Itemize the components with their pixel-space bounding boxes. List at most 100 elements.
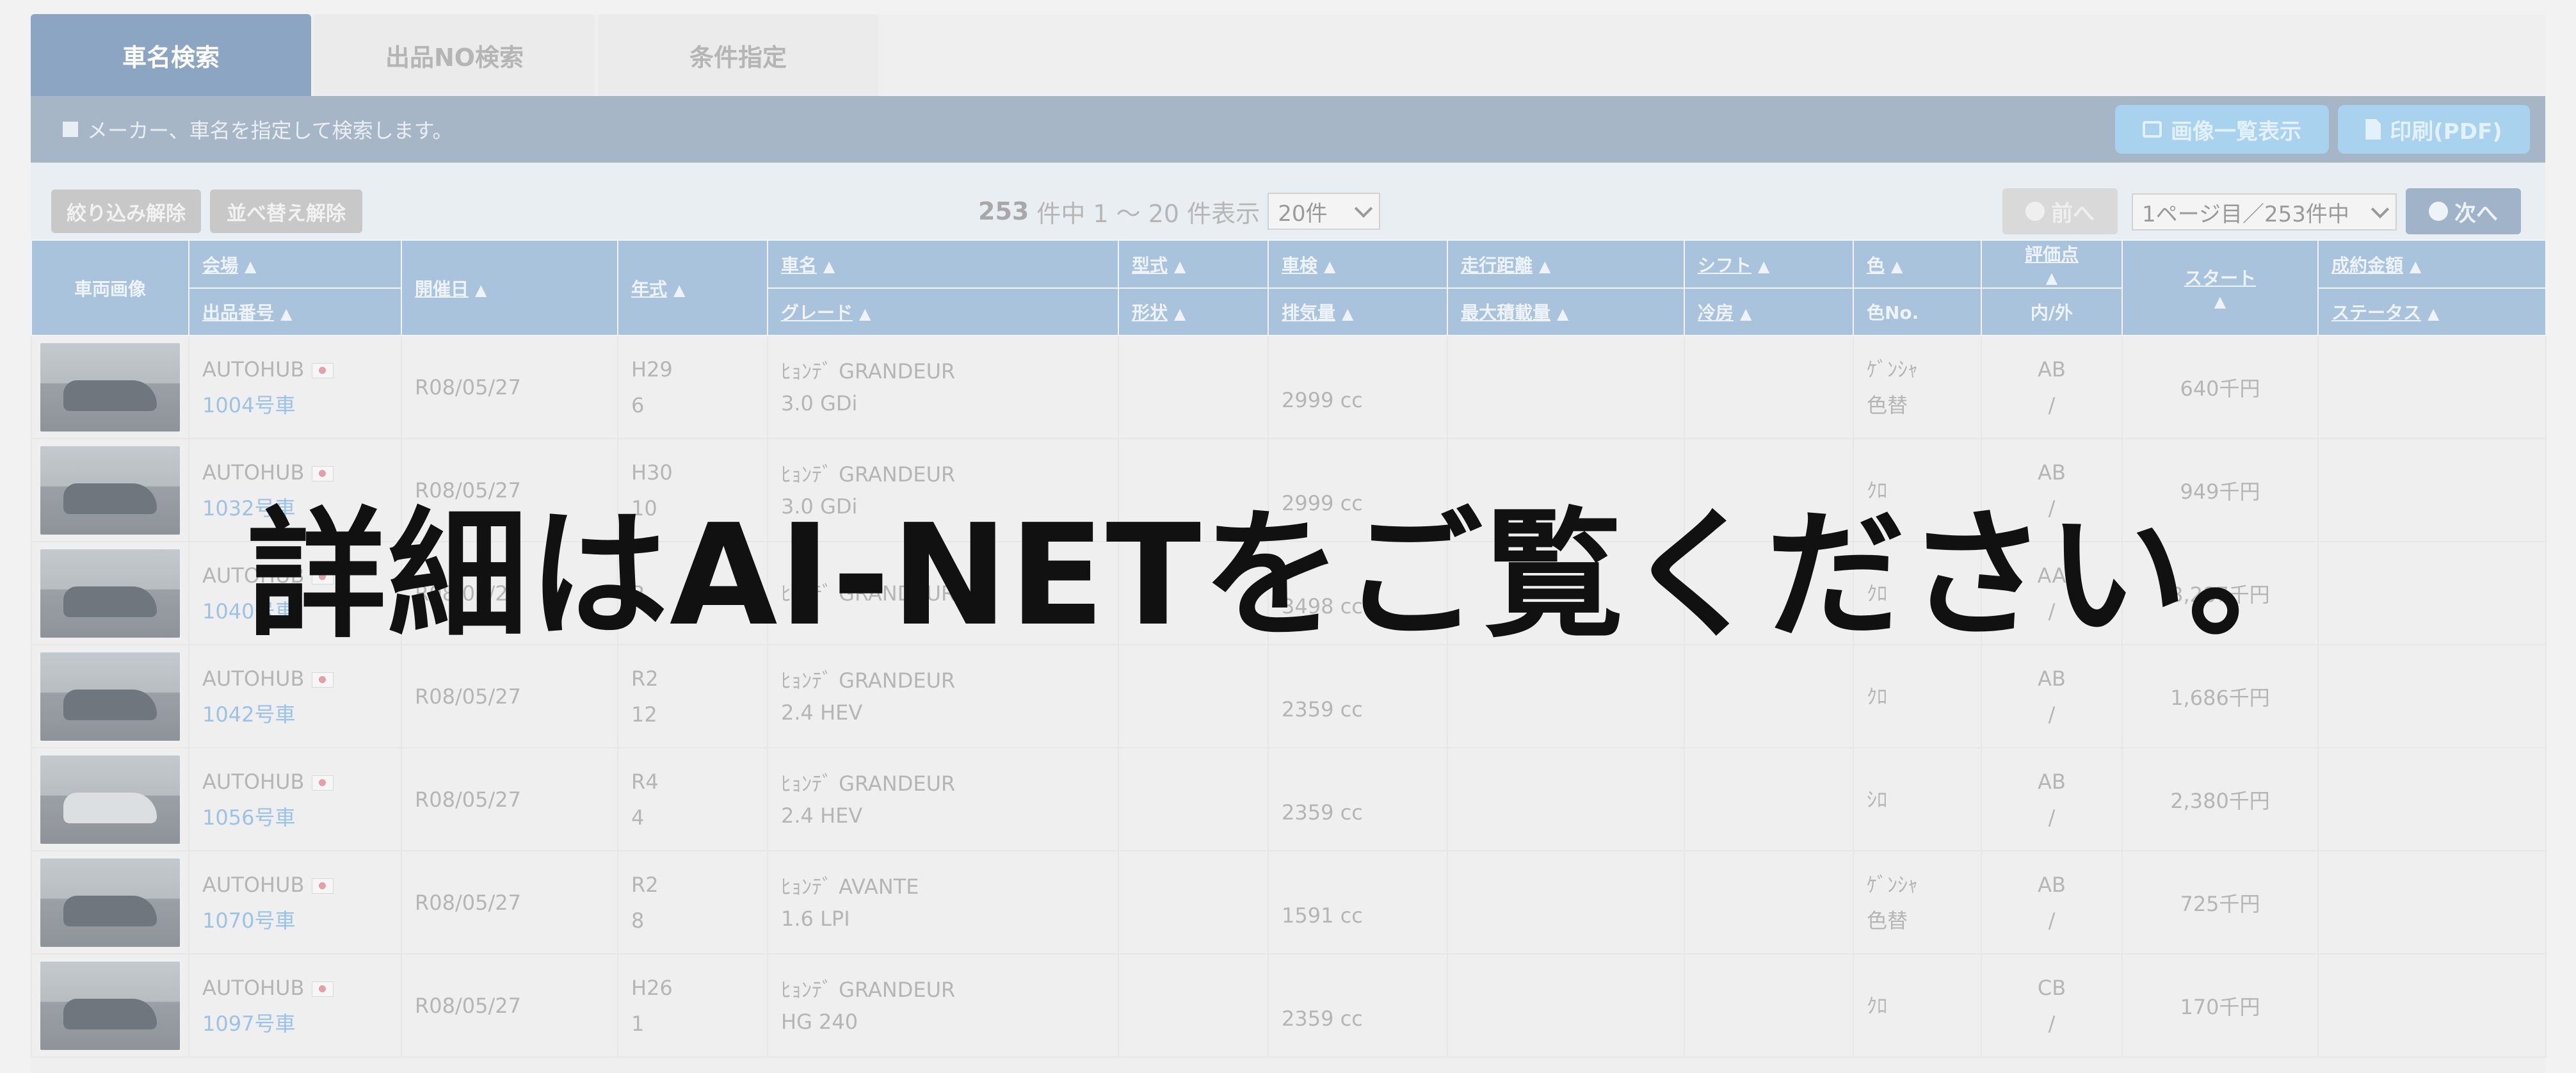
header-model[interactable]: 型式 ▲ xyxy=(1118,239,1269,289)
venue-name: AUTOHUB xyxy=(202,460,305,485)
color-value: ｸﾛ xyxy=(1867,993,1888,1018)
print-pdf-button[interactable]: 印刷(PDF) xyxy=(2338,105,2530,154)
document-icon xyxy=(2365,119,2381,140)
tab-lot-no-search[interactable]: 出品NO検索 xyxy=(314,14,595,96)
lot-number-link[interactable]: 1097号車 xyxy=(202,1006,388,1042)
header-lot-number[interactable]: 出品番号 ▲ xyxy=(188,287,402,336)
lot-number-link[interactable]: 1070号車 xyxy=(202,903,388,939)
date-cell: R08/05/27 xyxy=(401,953,618,1058)
korea-flag-icon xyxy=(312,672,334,688)
clear-filter-button[interactable]: 絞り込み解除 xyxy=(51,190,201,233)
displacement: 2999 cc xyxy=(1282,387,1363,412)
per-page-select[interactable]: 20件 xyxy=(1268,193,1381,230)
interior-exterior-value: / xyxy=(2048,392,2056,417)
lot-number-link[interactable]: 1056号車 xyxy=(202,800,388,835)
score-cell: AB / xyxy=(1981,747,2123,851)
info-bar: メーカー、車名を指定して検索します。 画像一覧表示 印刷(PDF) xyxy=(31,96,2545,163)
shift-cell xyxy=(1684,644,1854,748)
clear-sort-button[interactable]: 並べ替え解除 xyxy=(210,190,362,233)
venue-name: AUTOHUB xyxy=(202,975,305,1000)
start-price-cell: 725千円 xyxy=(2121,850,2319,955)
month-value: 4 xyxy=(631,805,645,830)
vehicle-image-cell[interactable] xyxy=(31,644,189,748)
color-changed: 色替 xyxy=(1867,908,1908,933)
header-start-price[interactable]: スタート ▲ xyxy=(2121,239,2319,336)
vehicle-thumbnail[interactable] xyxy=(40,652,180,741)
car-name: ﾋｮﾝﾃﾞ GRANDEUR xyxy=(781,359,956,383)
vehicle-thumbnail[interactable] xyxy=(40,755,180,844)
month-value: 12 xyxy=(631,702,657,727)
venue-lot-cell: AUTOHUB 1097号車 xyxy=(188,953,402,1058)
arrow-left-circle-icon xyxy=(2025,202,2045,221)
color-cell: ｸﾛ xyxy=(1853,644,1982,748)
header-shift[interactable]: シフト ▲ xyxy=(1684,239,1854,289)
vehicle-image-cell[interactable] xyxy=(31,747,189,851)
displacement: 2359 cc xyxy=(1282,800,1363,825)
header-score[interactable]: 評価点 ▲ xyxy=(1981,239,2123,289)
vehicle-image-cell[interactable] xyxy=(31,335,189,439)
grade: 2.4 HEV xyxy=(781,700,863,725)
car-name-cell: ﾋｮﾝﾃﾞ GRANDEUR 2.4 HEV xyxy=(767,747,1119,851)
score-cell: AB / xyxy=(1981,850,2123,955)
vehicle-image-cell[interactable] xyxy=(31,850,189,955)
year-cell: R2 8 xyxy=(617,850,768,955)
header-shape[interactable]: 形状 ▲ xyxy=(1118,287,1269,336)
page-select[interactable]: 1ページ目／253件中 xyxy=(2132,193,2397,230)
header-car-name[interactable]: 車名 ▲ xyxy=(767,239,1119,289)
car-shape xyxy=(63,380,157,411)
car-name-cell: ﾋｮﾝﾃﾞ GRANDEUR 3.0 GDi xyxy=(767,335,1119,439)
arrow-right-circle-icon xyxy=(2429,202,2448,221)
table-row[interactable]: AUTOHUB 1042号車 R08/05/27 R2 12 ﾋｮﾝﾃﾞ GRANDEUR… xyxy=(31,644,2547,748)
inspection-cell: 1591 cc xyxy=(1268,850,1448,955)
model-cell xyxy=(1118,644,1269,748)
prev-page-button[interactable]: 前へ xyxy=(2002,188,2118,234)
month-value: 1 xyxy=(631,1011,645,1036)
score-value: CB xyxy=(2037,975,2066,1000)
total-count: 253 xyxy=(978,197,1029,225)
overlay-notice: 詳細はAI-NETをご覧ください。 xyxy=(246,495,2330,657)
next-page-button[interactable]: 次へ xyxy=(2406,188,2521,234)
control-bar: 絞り込み解除 並べ替え解除 253 件中 1 〜 20 件表示 20件 前へ 1… xyxy=(31,163,2545,239)
page-select-value: 1ページ目／253件中 xyxy=(2142,201,2349,227)
vehicle-thumbnail[interactable] xyxy=(40,961,180,1050)
header-mileage[interactable]: 走行距離 ▲ xyxy=(1447,239,1685,289)
sold-price-cell xyxy=(2317,335,2547,439)
header-vehicle-image: 車両画像 xyxy=(31,239,189,336)
header-inspection[interactable]: 車検 ▲ xyxy=(1268,239,1448,289)
header-color[interactable]: 色 ▲ xyxy=(1853,239,1982,289)
lot-number-link[interactable]: 1004号車 xyxy=(202,387,388,423)
header-ac[interactable]: 冷房 ▲ xyxy=(1684,287,1854,336)
venue-name: AUTOHUB xyxy=(202,769,305,794)
header-sold-price[interactable]: 成約金額 ▲ xyxy=(2317,239,2547,289)
color-value: ｹﾞﾝｼｬ xyxy=(1867,872,1919,897)
color-value: ｸﾛ xyxy=(1867,684,1888,709)
image-list-button[interactable]: 画像一覧表示 xyxy=(2115,105,2329,154)
header-max-load[interactable]: 最大積載量 ▲ xyxy=(1447,287,1685,336)
inspection-cell: 2359 cc xyxy=(1268,747,1448,851)
mileage-cell xyxy=(1447,953,1685,1058)
venue-name: AUTOHUB xyxy=(202,666,305,691)
displacement: 2359 cc xyxy=(1282,1006,1363,1031)
table-row[interactable]: AUTOHUB 1056号車 R08/05/27 R4 4 ﾋｮﾝﾃﾞ GRANDEUR 2… xyxy=(31,747,2547,851)
header-grade[interactable]: グレード ▲ xyxy=(767,287,1119,336)
header-venue[interactable]: 会場 ▲ xyxy=(188,239,402,289)
tab-car-name-search[interactable]: 車名検索 xyxy=(31,14,311,96)
score-value: AB xyxy=(2038,666,2066,691)
header-displacement[interactable]: 排気量 ▲ xyxy=(1268,287,1448,336)
per-page-value: 20件 xyxy=(1278,200,1328,227)
header-status[interactable]: ステータス ▲ xyxy=(2317,287,2547,336)
vehicle-image-cell[interactable] xyxy=(31,953,189,1058)
header-year[interactable]: 年式 ▲ xyxy=(617,239,768,336)
table-row[interactable]: AUTOHUB 1004号車 R08/05/27 H29 6 ﾋｮﾝﾃﾞ GRANDEUR… xyxy=(31,335,2547,439)
image-list-label: 画像一覧表示 xyxy=(2171,118,2301,145)
year-cell: H29 6 xyxy=(617,335,768,439)
lot-number-link[interactable]: 1042号車 xyxy=(202,697,388,732)
vehicle-thumbnail[interactable] xyxy=(40,858,180,947)
header-date[interactable]: 開催日 ▲ xyxy=(401,239,618,336)
korea-flag-icon xyxy=(312,465,334,481)
tab-condition-search[interactable]: 条件指定 xyxy=(598,14,878,96)
vehicle-thumbnail[interactable] xyxy=(40,343,180,432)
table-row[interactable]: AUTOHUB 1070号車 R08/05/27 R2 8 ﾋｮﾝﾃﾞ AVANTE 1.6… xyxy=(31,850,2547,955)
table-row[interactable]: AUTOHUB 1097号車 R08/05/27 H26 1 ﾋｮﾝﾃﾞ GRANDEUR… xyxy=(31,953,2547,1058)
app-root: 車名検索 出品NO検索 条件指定 メーカー、車名を指定して検索します。 画像一覧… xyxy=(0,0,2576,1073)
